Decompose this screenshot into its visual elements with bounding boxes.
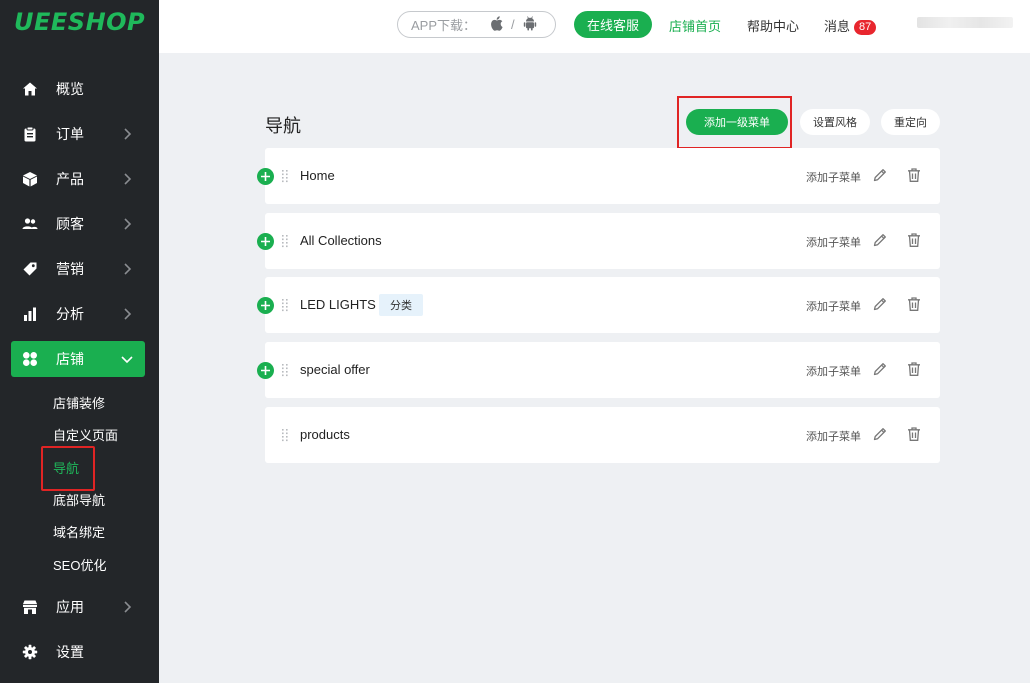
bar-chart-icon [22, 306, 38, 322]
set-style-button[interactable]: 设置风格 [800, 109, 870, 135]
messages-count-badge: 87 [854, 20, 877, 35]
chevron-right-icon [119, 599, 135, 615]
add-submenu-button[interactable]: 添加子菜单 [806, 169, 861, 185]
expand-plus-icon[interactable] [257, 233, 274, 250]
expand-plus-icon[interactable] [257, 297, 274, 314]
sidebar-item-overview[interactable]: 概览 [11, 71, 145, 107]
home-icon [22, 81, 38, 97]
sidebar-item-label: 订单 [56, 126, 84, 142]
sidebar-item-apps[interactable]: 应用 [11, 589, 145, 625]
sidebar-subitem-custom-pages[interactable]: 自定义页面 [53, 425, 118, 444]
clipboard-icon [22, 126, 38, 142]
drag-handle-icon[interactable] [281, 363, 289, 377]
edit-pencil-icon[interactable] [872, 426, 888, 442]
edit-pencil-icon[interactable] [872, 296, 888, 312]
sidebar-subitem-seo[interactable]: SEO优化 [53, 555, 106, 574]
nav-menu-row[interactable]: Home 添加子菜单 [257, 148, 940, 204]
sidebar-item-store[interactable]: 店铺 [11, 341, 145, 377]
online-service-button[interactable]: 在线客服 [574, 11, 652, 38]
sidebar-item-label: 店铺 [56, 351, 84, 367]
highlight-box-navigation [41, 446, 95, 491]
category-tag: 分类 [379, 294, 423, 316]
android-icon[interactable] [523, 15, 537, 34]
add-submenu-button[interactable]: 添加子菜单 [806, 234, 861, 250]
nav-menu-row[interactable]: products 添加子菜单 [265, 407, 940, 463]
expand-plus-icon[interactable] [257, 168, 274, 185]
top-bar: APP下载： / 在线客服 店铺首页 帮助中心 消息 87 [159, 0, 1030, 53]
app-download-label: APP下载： [411, 18, 477, 33]
store-home-link[interactable]: 店铺首页 [669, 16, 721, 35]
sidebar-item-label: 设置 [56, 644, 84, 660]
app-download[interactable]: APP下载： / [397, 11, 556, 38]
messages-label: 消息 [824, 19, 851, 34]
drag-handle-icon[interactable] [281, 428, 289, 442]
sidebar-item-label: 分析 [56, 306, 84, 322]
drag-handle-icon[interactable] [281, 234, 289, 248]
sidebar-item-products[interactable]: 产品 [11, 161, 145, 197]
chevron-right-icon [119, 126, 135, 142]
drag-handle-icon[interactable] [281, 298, 289, 312]
page-title: 导航 [265, 116, 301, 136]
sidebar-subitem-footer-nav[interactable]: 底部导航 [53, 490, 105, 509]
delete-trash-icon[interactable] [906, 296, 922, 312]
nav-menu-row[interactable]: All Collections 添加子菜单 [257, 213, 940, 269]
menu-item-label: special offer [300, 362, 370, 377]
menu-item-label: products [300, 427, 350, 442]
sidebar: UEESHOP 概览 订单 产品 顾客 营销 分析 店铺 店铺装修 自定义页面 … [0, 0, 159, 683]
menu-item-label: Home [300, 168, 335, 183]
expand-plus-icon[interactable] [257, 362, 274, 379]
chevron-right-icon [119, 216, 135, 232]
tag-icon [22, 261, 38, 277]
delete-trash-icon[interactable] [906, 361, 922, 377]
sidebar-item-label: 营销 [56, 261, 84, 277]
sidebar-item-label: 顾客 [56, 216, 84, 232]
sidebar-item-label: 产品 [56, 171, 84, 187]
drag-handle-icon[interactable] [281, 169, 289, 183]
add-submenu-button[interactable]: 添加子菜单 [806, 428, 861, 444]
chevron-down-icon [119, 351, 135, 367]
sidebar-item-settings[interactable]: 设置 [11, 634, 145, 670]
sidebar-item-analytics[interactable]: 分析 [11, 296, 145, 332]
store-icon [22, 599, 38, 615]
redirect-button[interactable]: 重定向 [881, 109, 940, 135]
sidebar-item-orders[interactable]: 订单 [11, 116, 145, 152]
sidebar-item-customers[interactable]: 顾客 [11, 206, 145, 242]
add-submenu-button[interactable]: 添加子菜单 [806, 363, 861, 379]
edit-pencil-icon[interactable] [872, 167, 888, 183]
menu-item-label: All Collections [300, 233, 382, 248]
chevron-right-icon [119, 306, 135, 322]
nav-menu-row[interactable]: LED LIGHTS 分类 添加子菜单 [257, 277, 940, 333]
messages-link[interactable]: 消息 87 [824, 16, 877, 35]
edit-pencil-icon[interactable] [872, 361, 888, 377]
box-icon [22, 171, 38, 187]
sidebar-subitem-domain[interactable]: 域名绑定 [53, 522, 105, 541]
delete-trash-icon[interactable] [906, 167, 922, 183]
highlight-box-add-menu [677, 96, 792, 149]
logo[interactable]: UEESHOP [14, 8, 145, 36]
sidebar-item-label: 应用 [56, 599, 84, 615]
help-center-link[interactable]: 帮助中心 [747, 16, 799, 35]
delete-trash-icon[interactable] [906, 426, 922, 442]
sidebar-item-marketing[interactable]: 营销 [11, 251, 145, 287]
edit-pencil-icon[interactable] [872, 232, 888, 248]
users-icon [22, 216, 38, 232]
chevron-right-icon [119, 261, 135, 277]
delete-trash-icon[interactable] [906, 232, 922, 248]
nav-menu-row[interactable]: special offer 添加子菜单 [257, 342, 940, 398]
sidebar-item-label: 概览 [56, 81, 84, 97]
apple-icon[interactable] [490, 15, 503, 34]
sidebar-subitem-store-decoration[interactable]: 店铺装修 [53, 393, 105, 412]
user-account-blurred[interactable] [917, 17, 1013, 28]
grid-icon [22, 351, 38, 367]
menu-item-label: LED LIGHTS [300, 297, 376, 312]
gear-icon [22, 644, 38, 660]
chevron-right-icon [119, 171, 135, 187]
separator: / [511, 17, 515, 32]
add-submenu-button[interactable]: 添加子菜单 [806, 298, 861, 314]
